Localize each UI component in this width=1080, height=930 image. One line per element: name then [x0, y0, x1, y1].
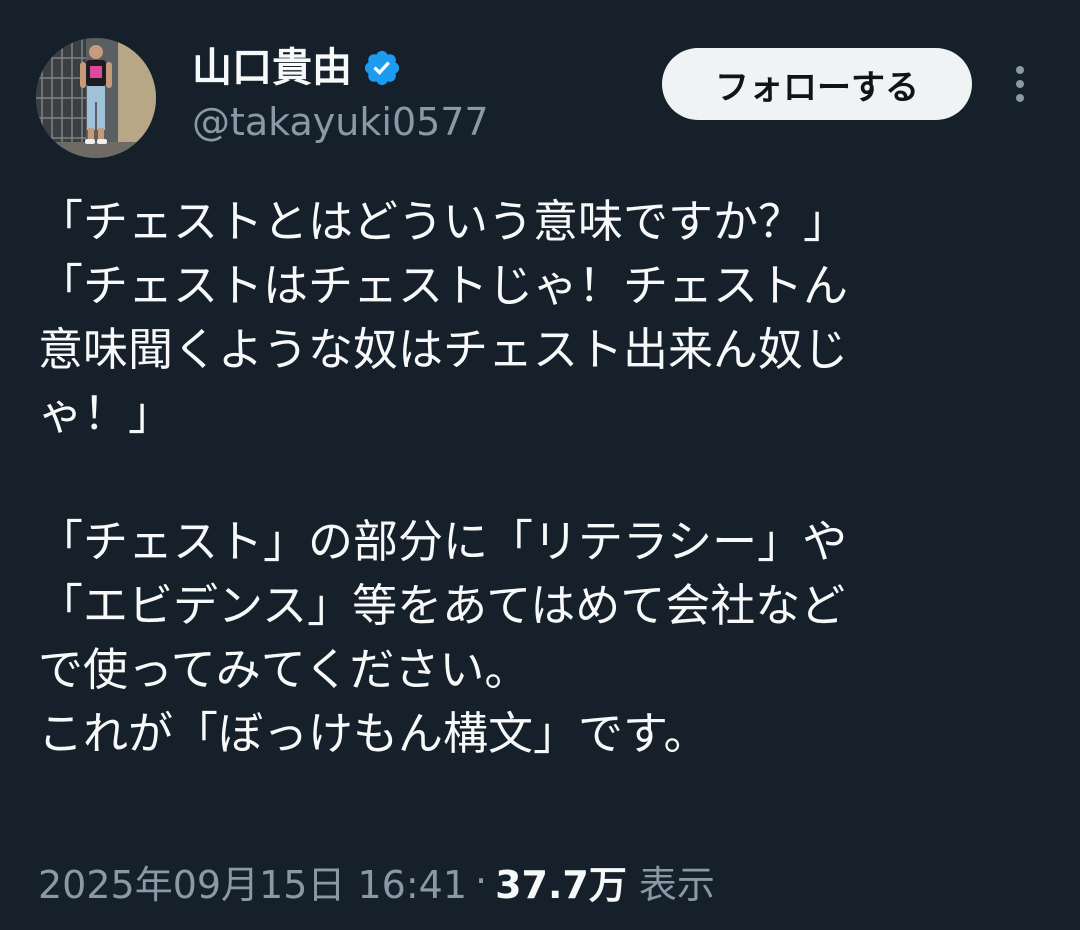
tweet-line: 意味聞くような奴はチェスト出来ん奴じ: [38, 323, 849, 376]
tweet-meta: 2025年09月15日 16:41 · 37.7万 表示: [38, 853, 715, 909]
meta-separator: ·: [475, 859, 488, 903]
tweet-line: 「チェストとはどういう意味ですか？」: [38, 195, 849, 248]
author-display-name[interactable]: 山口貴由: [192, 42, 352, 94]
tweet-text: 「チェストとはどういう意味ですか？」 「チェストはチェストじゃ！チェストん 意味…: [38, 190, 1048, 766]
tweet-line: 「エビデンス」等をあてはめて会社など: [38, 579, 846, 632]
views-count[interactable]: 37.7万: [495, 854, 627, 909]
avatar[interactable]: [36, 38, 156, 158]
tweet-line: 「チェストはチェストじゃ！チェストん: [38, 259, 849, 312]
tweet-line: 「チェスト」の部分に「リテラシー」や: [38, 515, 848, 568]
views-label: 表示: [638, 862, 715, 907]
author-handle[interactable]: @takayuki0577: [192, 98, 489, 146]
more-vertical-icon[interactable]: [1002, 62, 1038, 106]
verified-badge-icon[interactable]: [362, 48, 402, 88]
author-name-row: 山口貴由: [192, 42, 402, 94]
avatar-image: [36, 38, 156, 158]
tweet-line: ゃ！」: [38, 387, 174, 440]
tweet-line: で使ってみてください。: [38, 643, 530, 696]
tweet-line: これが「ぼっけもん構文」です。: [38, 707, 709, 760]
tweet-timestamp[interactable]: 2025年09月15日 16:41: [38, 854, 467, 909]
follow-button[interactable]: フォローする: [662, 48, 972, 120]
